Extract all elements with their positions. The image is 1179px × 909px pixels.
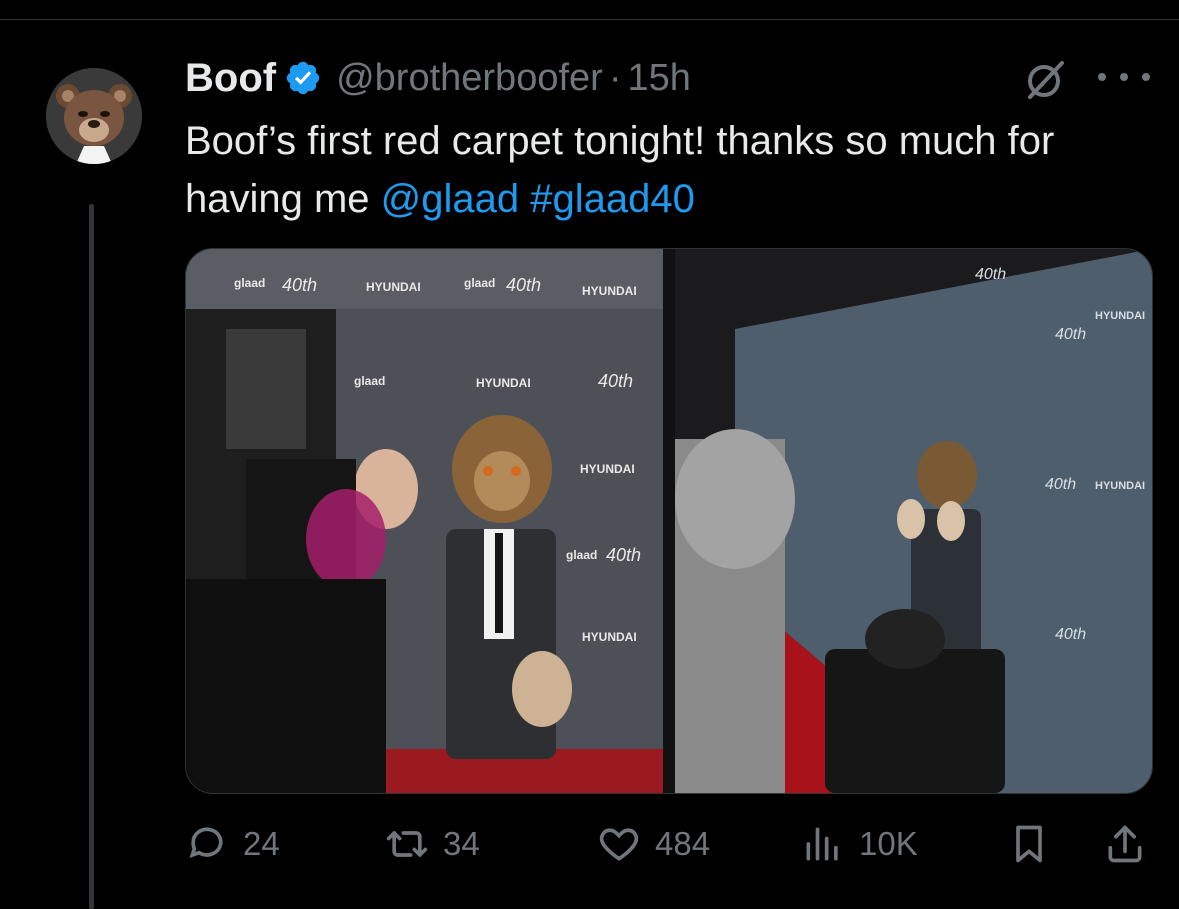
wall-text-hyundai: HYUNDAI (1095, 310, 1145, 322)
wall-text-hyundai: HYUNDAI (366, 280, 421, 294)
repost-icon (386, 831, 428, 857)
reply-button[interactable]: 24 (185, 818, 280, 870)
bear-avatar-icon (46, 68, 142, 164)
views-button[interactable]: 10K (801, 818, 918, 870)
wall-text-40th: 40th (1055, 326, 1086, 343)
photo-red-carpet-cameraman: 40th HYUNDAI 40th 40th HYUNDAI 40th (675, 249, 1152, 793)
mention-link[interactable]: @glaad (381, 177, 519, 221)
repost-count: 34 (443, 825, 480, 862)
wall-text-hyundai: HYUNDAI (1095, 480, 1145, 492)
wall-text-40th: 40th (598, 371, 633, 391)
tweet-timestamp[interactable]: 15h (627, 57, 690, 100)
wall-text-hyundai: HYUNDAI (580, 462, 635, 476)
heart-icon (599, 828, 639, 861)
analytics-icon (806, 827, 838, 861)
wall-text-40th: 40th (975, 266, 1006, 283)
hashtag-link[interactable]: #glaad40 (530, 177, 695, 221)
tweet-actions: 24 34 484 10K (185, 818, 1151, 870)
wall-text-hyundai: HYUNDAI (582, 284, 637, 298)
author-handle[interactable]: @brotherboofer (336, 57, 603, 100)
photo-red-carpet-photographer: glaad 40th HYUNDAI glaad 40th HYUNDAI HY… (186, 249, 663, 793)
share-button[interactable] (1103, 818, 1147, 870)
repost-button[interactable]: 34 (385, 818, 480, 870)
separator-dot: · (608, 56, 622, 99)
like-button[interactable]: 484 (597, 818, 710, 870)
views-count: 10K (859, 825, 918, 862)
bookmark-icon (1016, 825, 1042, 863)
wall-text-40th: 40th (606, 545, 641, 565)
wall-text-40th: 40th (282, 275, 317, 295)
more-options-icon[interactable] (1098, 62, 1150, 92)
wall-text-40th: 40th (1045, 476, 1076, 493)
author-name[interactable]: Boof (185, 56, 276, 101)
tweet-text: Boof’s first red carpet tonight! thanks … (185, 112, 1145, 228)
wall-text-40th: 40th (1055, 626, 1086, 643)
wall-text-glaad: glaad (234, 276, 265, 290)
like-count: 484 (655, 825, 711, 862)
reply-count: 24 (243, 825, 280, 862)
reply-icon (189, 827, 223, 858)
wall-text-hyundai: HYUNDAI (476, 376, 531, 390)
grok-icon[interactable] (1022, 57, 1068, 103)
wall-text-glaad: glaad (354, 374, 385, 388)
wall-text-hyundai: HYUNDAI (582, 630, 637, 644)
media-photo-2[interactable]: 40th HYUNDAI 40th 40th HYUNDAI 40th (675, 249, 1152, 793)
author-avatar[interactable] (46, 68, 142, 164)
verified-badge-icon (286, 61, 320, 95)
tweet-media[interactable]: glaad 40th HYUNDAI glaad 40th HYUNDAI HY… (185, 248, 1153, 794)
wall-text-glaad: glaad (464, 276, 495, 290)
top-divider (0, 19, 1179, 20)
thread-line (89, 204, 94, 909)
share-icon (1108, 825, 1142, 863)
bookmark-button[interactable] (1007, 818, 1051, 870)
text-space (519, 177, 530, 221)
wall-text-40th: 40th (506, 275, 541, 295)
tweet-header: Boof @brotherboofer · 15h (185, 52, 691, 104)
wall-text-glaad: glaad (566, 548, 597, 562)
media-photo-1[interactable]: glaad 40th HYUNDAI glaad 40th HYUNDAI HY… (186, 249, 663, 793)
